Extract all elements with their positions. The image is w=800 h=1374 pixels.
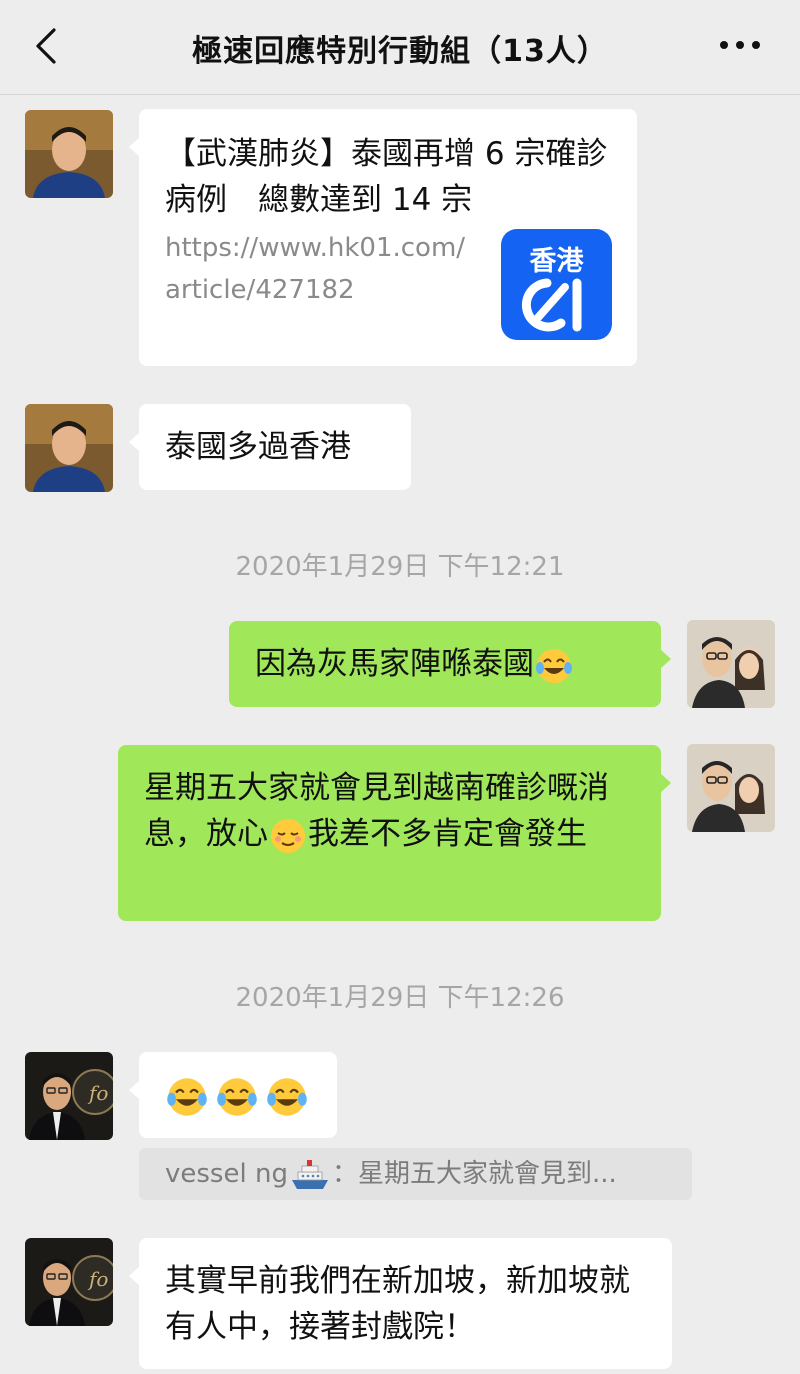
avatar[interactable]: [687, 744, 775, 832]
message-text: 因為灰馬家陣喺泰國: [255, 646, 534, 682]
hk01-logo-mark: [521, 278, 582, 332]
link-url: https://www.hk01.com/article/427182: [165, 233, 466, 305]
more-icon[interactable]: [716, 30, 764, 60]
quote-text: ：星期五大家就會見到...: [331, 1159, 617, 1189]
relieved-emoji: [271, 818, 305, 853]
chat-title: 極速回應特別行動組（13人）: [192, 34, 608, 69]
message-bubble[interactable]: 😂😂😂: [129, 1052, 337, 1138]
avatar[interactable]: [25, 110, 113, 198]
cruise-ship-emoji: [291, 1159, 328, 1189]
message-text: 泰國多過香港: [165, 429, 351, 465]
message-bubble[interactable]: 泰國多過香港: [129, 404, 411, 490]
sent-message-bubble[interactable]: 星期五大家就會見到越南確診嘅消息，放心 我差不多肯定會發生: [118, 745, 671, 921]
quoted-message[interactable]: vessel ng ：星期五大家就會見到...: [139, 1148, 692, 1200]
tears-of-joy-emoji: [167, 1077, 207, 1116]
avatar[interactable]: [25, 404, 113, 492]
sent-message-bubble[interactable]: 因為灰馬家陣喺泰國: [229, 621, 671, 707]
message-text: 我差不多肯定會發生: [308, 816, 587, 852]
timestamp: 2020年1月29日 下午12:21: [235, 552, 565, 582]
chat-header: 極速回應特別行動組（13人）: [0, 0, 800, 95]
avatar[interactable]: fo: [25, 1052, 113, 1140]
svg-text:fo: fo: [87, 1081, 108, 1105]
link-title: 【武漢肺炎】泰國再增 6 宗確診病例 總數達到 14 宗: [165, 136, 608, 218]
avatar[interactable]: [687, 620, 775, 708]
tears-of-joy-emoji: [267, 1077, 307, 1116]
timestamp: 2020年1月29日 下午12:26: [235, 983, 565, 1013]
tears-of-joy-emoji: [217, 1077, 257, 1116]
hk01-logo: 香港: [501, 229, 612, 340]
link-card[interactable]: 【武漢肺炎】泰國再增 6 宗確診病例 總數達到 14 宗 https://www…: [129, 109, 637, 366]
message-text: 其實早前我們在新加坡，新加坡就有人中，接著封戲院！: [165, 1263, 630, 1345]
svg-text:fo: fo: [87, 1267, 108, 1291]
message-bubble[interactable]: 其實早前我們在新加坡，新加坡就有人中，接著封戲院！: [129, 1238, 672, 1369]
avatar[interactable]: fo: [25, 1238, 113, 1326]
tears-of-joy-emoji: [536, 648, 572, 683]
quote-name: vessel ng: [165, 1159, 288, 1189]
